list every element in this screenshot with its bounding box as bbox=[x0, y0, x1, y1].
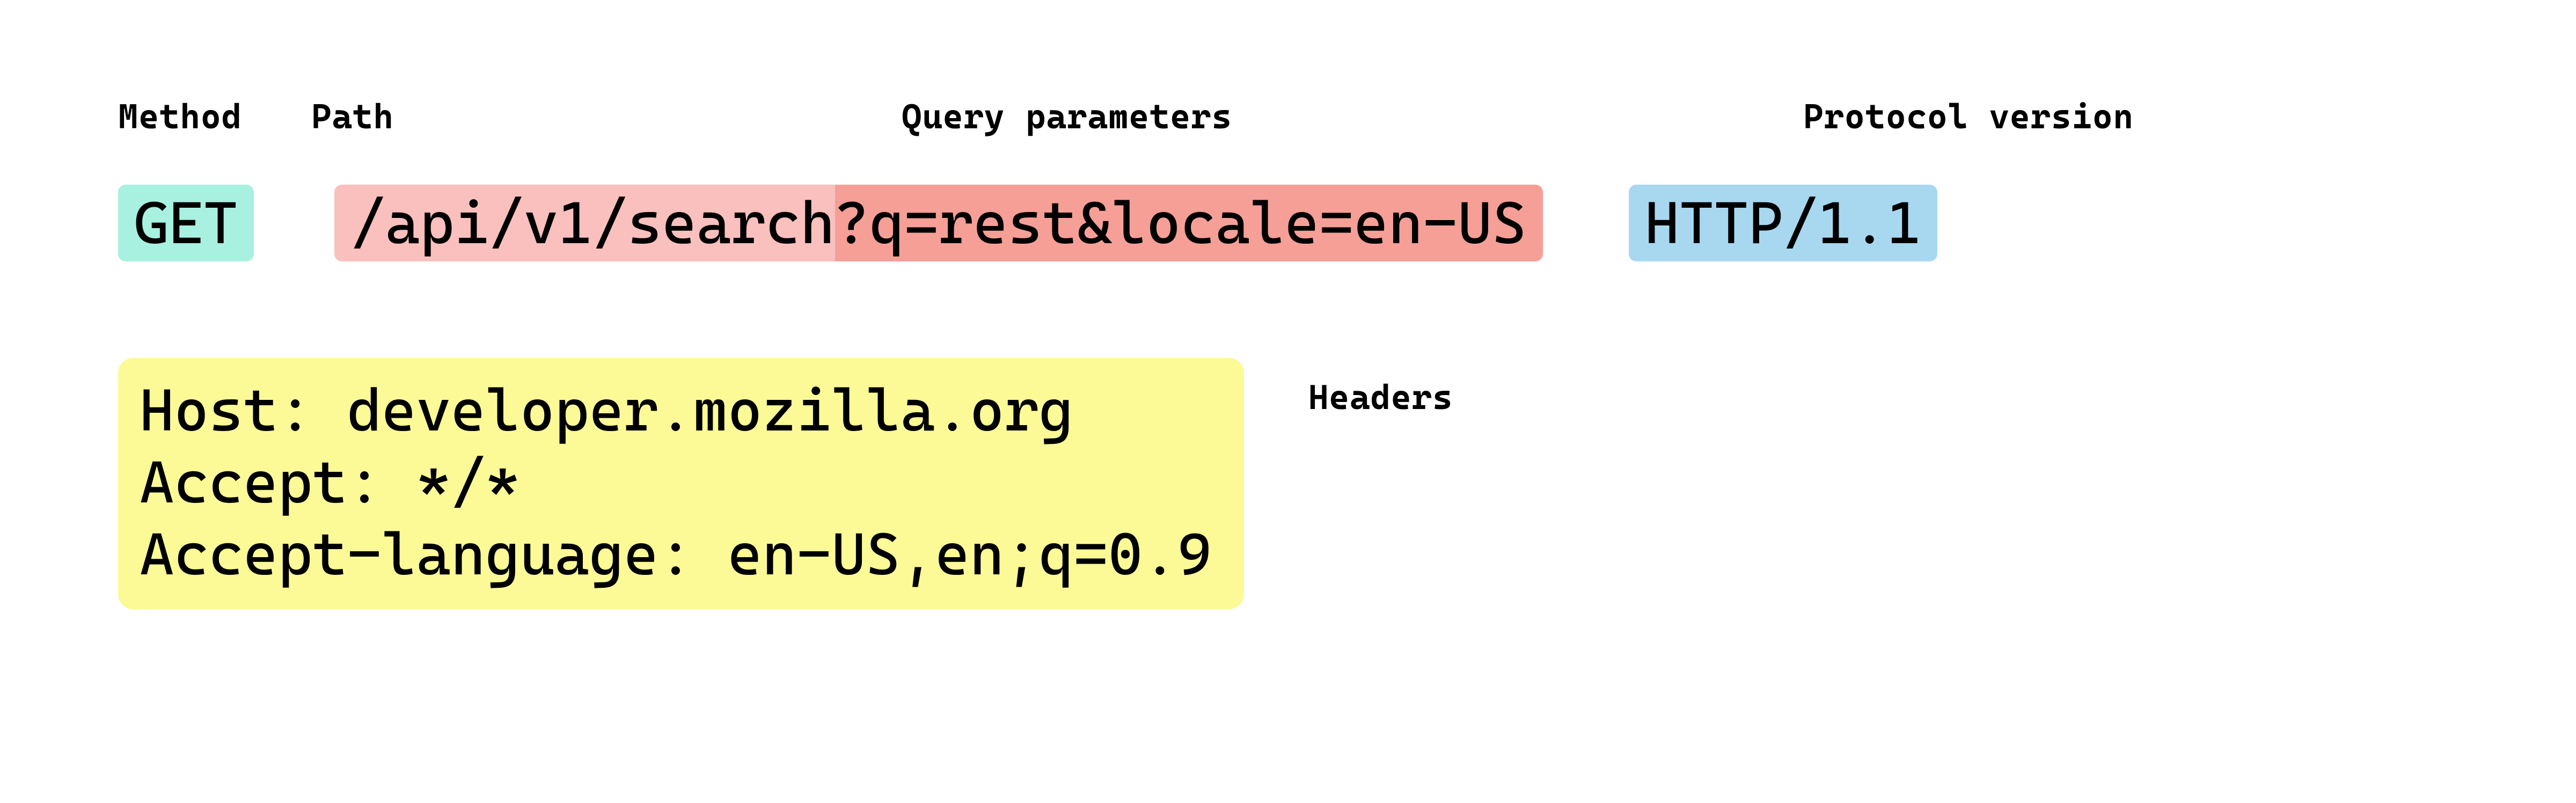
label-query: Query parameters bbox=[902, 97, 1707, 136]
request-line: GET /api/v1/search?q=rest&locale=en-US H… bbox=[118, 185, 2458, 261]
http-request-diagram: Method Path Query parameters Protocol ve… bbox=[0, 0, 2576, 609]
label-method: Method bbox=[118, 97, 311, 136]
labels-row: Method Path Query parameters Protocol ve… bbox=[118, 97, 2458, 136]
request-method: GET bbox=[118, 185, 254, 261]
request-query: ?q=rest&locale=en-US bbox=[835, 185, 1543, 261]
label-protocol: Protocol version bbox=[1803, 97, 2134, 136]
headers-block: Host: developer.mozilla.org Accept: */* … bbox=[118, 358, 1244, 610]
label-path: Path bbox=[311, 97, 902, 136]
headers-row: Host: developer.mozilla.org Accept: */* … bbox=[118, 358, 2458, 610]
request-protocol: HTTP/1.1 bbox=[1629, 185, 1938, 261]
label-headers: Headers bbox=[1308, 358, 1453, 417]
request-path: /api/v1/search bbox=[334, 185, 835, 261]
